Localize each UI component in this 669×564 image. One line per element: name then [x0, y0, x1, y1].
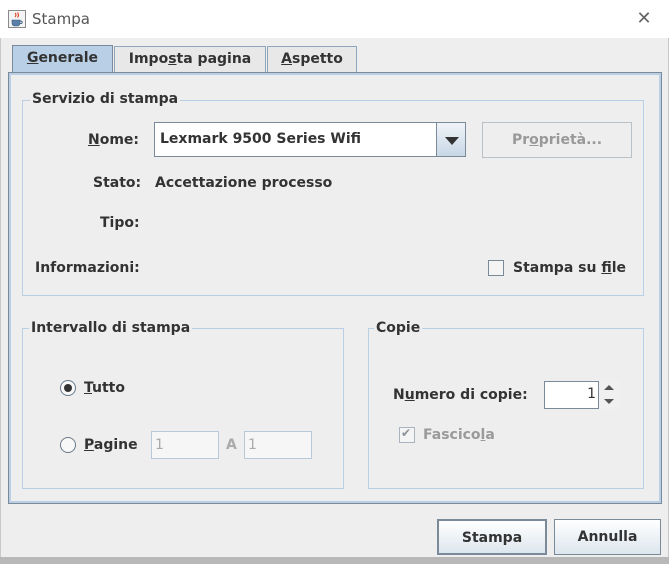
chevron-down-icon[interactable]: [436, 122, 466, 157]
java-coffee-cup-icon: [8, 10, 26, 28]
status-label: Stato:: [93, 175, 142, 191]
pages-from-input[interactable]: 1: [151, 431, 219, 459]
window-title: Stampa: [32, 10, 90, 28]
print-button[interactable]: Stampa: [437, 519, 547, 555]
print-to-file-label[interactable]: Stampa su file: [513, 260, 626, 276]
pages-radio[interactable]: [60, 437, 76, 453]
printer-name: Lexmark 9500 Series Wifi: [160, 131, 362, 147]
print-range-group: [22, 328, 344, 489]
close-icon[interactable]: ✕: [633, 8, 655, 30]
title-bar: [0, 0, 669, 38]
print-to-file-checkbox[interactable]: [488, 260, 504, 276]
type-label: Tipo:: [100, 215, 140, 231]
print-range-title: Intervallo di stampa: [29, 320, 193, 336]
copies-count-value: 1: [587, 386, 596, 402]
info-label: Informazioni:: [35, 260, 140, 276]
pages-to-input[interactable]: 1: [244, 431, 312, 459]
pages-to-label: A: [226, 437, 237, 453]
cancel-button[interactable]: Annulla: [554, 519, 661, 555]
tab-generale[interactable]: Generale: [12, 45, 113, 74]
tab-imposta-pagina[interactable]: Imposta pagina: [114, 46, 266, 72]
spinner-up-icon[interactable]: [604, 385, 614, 390]
tab-aspetto[interactable]: Aspetto: [267, 46, 357, 72]
copies-count-label: Numero di copie:: [393, 387, 528, 403]
status-value: Accettazione processo: [155, 175, 333, 191]
name-label: Nome:: [88, 132, 140, 148]
pages-label[interactable]: Pagine: [84, 437, 138, 453]
print-service-title: Servizio di stampa: [30, 91, 181, 107]
properties-button[interactable]: Proprietà...: [482, 122, 632, 158]
check-icon: ✔: [401, 426, 412, 440]
bottom-edge: [0, 557, 669, 564]
all-radio[interactable]: [60, 380, 76, 396]
copies-title: Copie: [374, 320, 423, 336]
all-label[interactable]: Tutto: [84, 380, 125, 396]
spinner-down-icon[interactable]: [604, 399, 614, 404]
collate-label[interactable]: Fascicola: [423, 427, 495, 443]
